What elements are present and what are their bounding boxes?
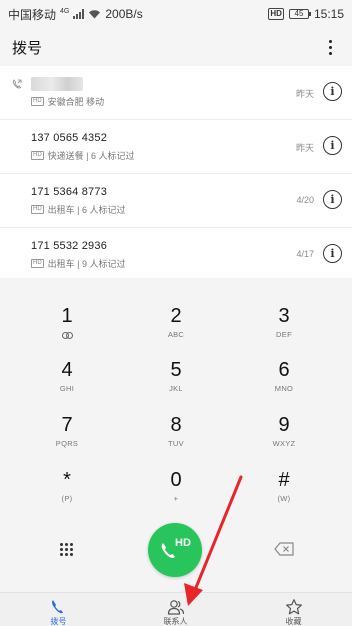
call-location: 安徽合肥 移动 — [47, 97, 105, 107]
key-7[interactable]: 7 PQRS — [27, 399, 107, 449]
key-digit: * — [63, 469, 71, 491]
call-info-button[interactable]: i — [323, 82, 342, 101]
key-digit: 8 — [170, 414, 182, 436]
call-tag: 出租车 | 6 人标记过 — [47, 205, 126, 215]
network-type: 4G — [60, 7, 70, 15]
call-tag: 快递送餐 | 6 人标记过 — [47, 151, 135, 161]
dialpad-icon — [59, 542, 63, 546]
call-number: 137 0565 4352 — [31, 132, 108, 144]
key-letters: ABC — [167, 330, 185, 339]
call-info-button[interactable]: i — [323, 190, 342, 209]
app-header: 拨号 — [0, 28, 352, 66]
signal-icon — [73, 9, 85, 19]
key-9[interactable]: 9 WXYZ — [244, 399, 324, 449]
voicemail-icon — [61, 332, 73, 339]
network-speed: 200B/s — [105, 7, 143, 21]
call-number: 171 5532 2936 — [31, 240, 108, 252]
key-digit: 2 — [170, 305, 182, 327]
call-subtitle: HD 安徽合肥 移动 — [31, 95, 104, 108]
key-letters: WXYZ — [272, 439, 296, 448]
key-8[interactable]: 8 TUV — [136, 399, 216, 449]
clock: 15:15 — [313, 7, 344, 21]
hd-badge: HD — [31, 97, 44, 106]
wifi-icon — [89, 10, 101, 19]
info-icon: i — [330, 247, 335, 260]
key-letters: DEF — [276, 330, 292, 339]
call-date: 4/20 — [296, 195, 314, 205]
backspace-button[interactable] — [274, 542, 294, 556]
call-info-button[interactable]: i — [323, 244, 342, 263]
key-letters: + — [173, 494, 179, 503]
tab-contacts[interactable]: 联系人 — [117, 593, 234, 626]
key-1[interactable]: 1 — [27, 290, 107, 340]
key-letters: JKL — [169, 384, 183, 393]
carrier-name: 中国移动 — [8, 7, 57, 22]
bottom-navigation: 拨号 联系人 收藏 — [0, 592, 352, 626]
dialpad-toggle-button[interactable] — [57, 540, 75, 558]
tab-dialer[interactable]: 拨号 — [0, 593, 117, 626]
more-vertical-icon — [328, 39, 332, 43]
key-digit: 7 — [61, 414, 73, 436]
call-subtitle: HD 快递送餐 | 6 人标记过 — [31, 149, 135, 162]
key-letters: GHI — [59, 384, 75, 393]
call-log-row[interactable]: 137 0565 4352 HD 快递送餐 | 6 人标记过 昨天 i — [0, 120, 352, 174]
outgoing-call-icon — [12, 79, 22, 89]
key-0[interactable]: 0 + — [136, 454, 216, 504]
key-digit: 1 — [61, 305, 73, 327]
call-info-button[interactable]: i — [323, 136, 342, 155]
key-star[interactable]: * (P) — [27, 454, 107, 504]
key-digit: 3 — [278, 305, 290, 327]
key-letters: (W) — [277, 494, 291, 503]
backspace-icon — [274, 542, 294, 556]
call-number: 171 5364 8773 — [31, 186, 108, 198]
hd-badge: HD — [31, 259, 44, 268]
call-subtitle: HD 出租车 | 6 人标记过 — [31, 203, 126, 216]
call-date: 昨天 — [295, 143, 314, 153]
key-3[interactable]: 3 DEF — [244, 290, 324, 340]
key-hash[interactable]: # (W) — [244, 454, 324, 504]
call-log-row[interactable]: 171 5532 2936 HD 出租车 | 9 人标记过 4/17 i — [0, 228, 352, 278]
key-digit: 5 — [170, 359, 182, 381]
call-subtitle: HD 出租车 | 9 人标记过 — [31, 257, 126, 270]
call-log-list: HD 安徽合肥 移动 昨天 i 137 0565 4352 HD 快递送餐 | … — [0, 66, 352, 278]
key-4[interactable]: 4 GHI — [27, 344, 107, 394]
key-digit: 0 — [170, 469, 182, 491]
key-2[interactable]: 2 ABC — [136, 290, 216, 340]
more-options-button[interactable] — [320, 35, 340, 59]
call-date: 4/17 — [296, 249, 314, 259]
key-digit: 6 — [278, 359, 290, 381]
call-log-row[interactable]: HD 安徽合肥 移动 昨天 i — [0, 66, 352, 120]
key-letters: PQRS — [55, 439, 79, 448]
key-6[interactable]: 6 MNO — [244, 344, 324, 394]
phone-icon — [51, 600, 63, 614]
info-icon: i — [330, 139, 335, 152]
hd-call-label: HD — [175, 537, 191, 549]
hd-badge: HD — [31, 151, 44, 160]
tab-favorites[interactable]: 收藏 — [235, 593, 352, 626]
tab-label: 联系人 — [163, 617, 188, 626]
key-digit: 4 — [61, 359, 73, 381]
hd-badge: HD — [31, 205, 44, 214]
key-digit: 9 — [278, 414, 290, 436]
call-date: 昨天 — [295, 89, 314, 99]
call-tag: 出租车 | 9 人标记过 — [47, 259, 126, 269]
tab-label: 收藏 — [285, 617, 302, 626]
info-icon: i — [330, 193, 335, 206]
status-bar: 中国移动 4G 200B/s HD 45 15:15 — [0, 0, 352, 28]
key-digit: # — [278, 469, 290, 491]
key-letters: TUV — [168, 439, 184, 448]
battery-icon: 45 — [288, 9, 311, 19]
contacts-icon — [167, 600, 184, 615]
star-icon — [285, 599, 302, 615]
key-5[interactable]: 5 JKL — [136, 344, 216, 394]
info-icon: i — [330, 85, 335, 98]
redacted-number — [31, 77, 83, 91]
page-title: 拨号 — [12, 39, 43, 57]
hd-voice-icon: HD — [268, 8, 284, 20]
key-letters: MNO — [274, 384, 294, 393]
call-log-row[interactable]: 171 5364 8773 HD 出租车 | 6 人标记过 4/20 i — [0, 174, 352, 228]
key-letters: (P) — [61, 494, 73, 503]
call-button[interactable]: HD — [148, 523, 202, 577]
tab-label: 拨号 — [50, 617, 67, 626]
